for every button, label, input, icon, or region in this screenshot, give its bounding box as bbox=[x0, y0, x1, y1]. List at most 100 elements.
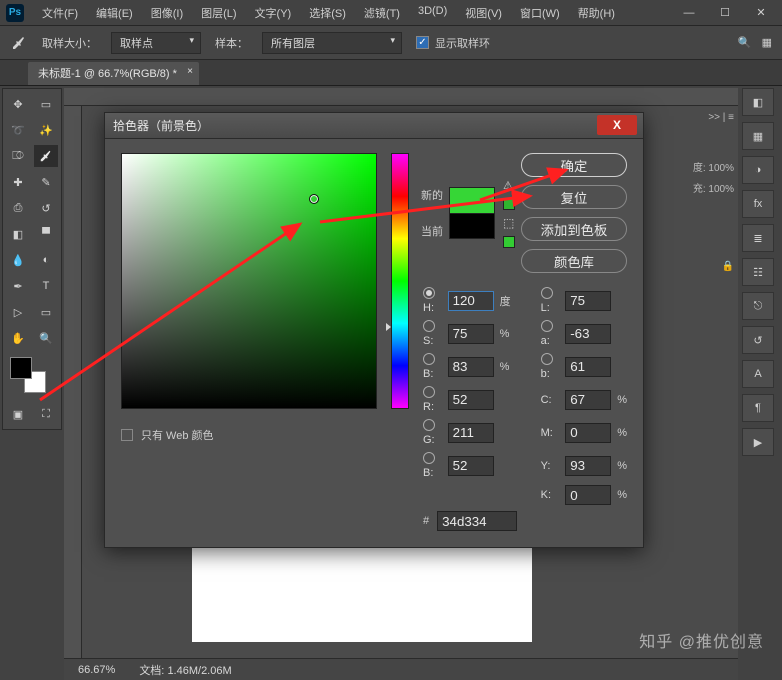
blur-tool[interactable]: 💧 bbox=[6, 249, 30, 271]
s-input[interactable] bbox=[448, 324, 494, 344]
m-input[interactable] bbox=[565, 423, 611, 443]
g-input[interactable] bbox=[448, 423, 494, 443]
lasso-tool[interactable]: ➰ bbox=[6, 119, 30, 141]
c-input[interactable] bbox=[565, 390, 611, 410]
h-radio[interactable]: H: bbox=[423, 287, 442, 314]
window-maximize[interactable]: ☐ bbox=[710, 4, 740, 22]
marquee-tool[interactable]: ▭ bbox=[34, 93, 58, 115]
g-radio[interactable]: G: bbox=[423, 419, 442, 446]
healing-tool[interactable]: ✚ bbox=[6, 171, 30, 193]
menu-3d[interactable]: 3D(D) bbox=[410, 2, 455, 24]
sample-select[interactable]: 所有图层 bbox=[262, 32, 402, 54]
hue-slider[interactable] bbox=[391, 153, 409, 409]
close-icon[interactable]: × bbox=[187, 66, 193, 77]
show-sampling-ring[interactable]: ✓ 显示取样环 bbox=[416, 35, 490, 51]
crop-tool[interactable]: ⎄ bbox=[6, 145, 30, 167]
history-brush-tool[interactable]: ↺ bbox=[34, 197, 58, 219]
magic-wand-tool[interactable]: ✨ bbox=[34, 119, 58, 141]
color-swatches[interactable] bbox=[6, 353, 58, 399]
dialog-close-button[interactable]: X bbox=[597, 115, 637, 135]
bc-radio[interactable]: B: bbox=[423, 452, 442, 479]
brush-tool[interactable]: ✎ bbox=[34, 171, 58, 193]
lab-b-input[interactable] bbox=[565, 357, 611, 377]
y-input[interactable] bbox=[565, 456, 611, 476]
collapse-menu[interactable]: ≡ bbox=[728, 112, 734, 123]
window-close[interactable]: ✕ bbox=[746, 4, 776, 22]
pen-tool[interactable]: ✒ bbox=[6, 275, 30, 297]
add-swatch-button[interactable]: 添加到色板 bbox=[521, 217, 627, 241]
menu-type[interactable]: 文字(Y) bbox=[247, 2, 300, 24]
hex-input[interactable] bbox=[437, 511, 517, 531]
status-zoom[interactable]: 66.67% bbox=[78, 664, 115, 676]
k-input[interactable] bbox=[565, 485, 611, 505]
document-tab[interactable]: 未标题-1 @ 66.7%(RGB/8) * × bbox=[28, 62, 199, 85]
stamp-tool[interactable]: ⎙ bbox=[6, 197, 30, 219]
saturation-value-field[interactable] bbox=[121, 153, 377, 409]
type-tool[interactable]: T bbox=[34, 275, 58, 297]
menu-help[interactable]: 帮助(H) bbox=[570, 2, 623, 24]
menu-image[interactable]: 图像(I) bbox=[143, 2, 191, 24]
menu-filter[interactable]: 滤镜(T) bbox=[356, 2, 408, 24]
sample-size-select[interactable]: 取样点 bbox=[111, 32, 201, 54]
panel-actions-icon[interactable]: ▶ bbox=[742, 428, 774, 456]
ok-button[interactable]: 确定 bbox=[521, 153, 627, 177]
b-input[interactable] bbox=[448, 357, 494, 377]
color-library-button[interactable]: 颜色库 bbox=[521, 249, 627, 273]
path-select-tool[interactable]: ▷ bbox=[6, 301, 30, 323]
eraser-tool[interactable]: ◧ bbox=[6, 223, 30, 245]
websafe-swatch[interactable] bbox=[503, 236, 515, 248]
dodge-tool[interactable]: ◐ bbox=[34, 249, 58, 271]
panel-adjust-icon[interactable]: ◑ bbox=[742, 156, 774, 184]
panel-swatches-icon[interactable]: ▦ bbox=[742, 122, 774, 150]
gradient-tool[interactable]: ▀ bbox=[34, 223, 58, 245]
window-minimize[interactable]: — bbox=[674, 4, 704, 22]
cube-icon[interactable]: ⬚ bbox=[503, 216, 515, 230]
lock-icon: 🔒 bbox=[722, 261, 734, 272]
l-radio[interactable]: L: bbox=[541, 287, 560, 314]
collapse-more[interactable]: >> bbox=[708, 112, 720, 123]
search-icon[interactable]: 🔍 bbox=[738, 36, 752, 49]
a-input[interactable] bbox=[565, 324, 611, 344]
panel-styles-icon[interactable]: fx bbox=[742, 190, 774, 218]
a-radio[interactable]: a: bbox=[541, 320, 560, 347]
web-only-checkbox[interactable]: 只有 Web 颜色 bbox=[121, 427, 377, 443]
m-label: M: bbox=[541, 427, 560, 439]
quickmask-tool[interactable]: ▣ bbox=[6, 403, 30, 425]
panel-color-icon[interactable]: ◧ bbox=[742, 88, 774, 116]
menu-file[interactable]: 文件(F) bbox=[34, 2, 86, 24]
s-radio[interactable]: S: bbox=[423, 320, 442, 347]
checkbox-checked-icon: ✓ bbox=[416, 36, 429, 49]
closest-in-gamut-swatch[interactable] bbox=[503, 198, 515, 210]
menu-edit[interactable]: 编辑(E) bbox=[88, 2, 141, 24]
reset-button[interactable]: 复位 bbox=[521, 185, 627, 209]
hue-pointer[interactable] bbox=[386, 323, 391, 331]
move-tool[interactable]: ✥ bbox=[6, 93, 30, 115]
gamut-warning-icon[interactable]: ⚠ bbox=[503, 179, 515, 192]
panel-paths-icon[interactable]: ⎋ bbox=[742, 292, 774, 320]
panel-char-icon[interactable]: A bbox=[742, 360, 774, 388]
lab-b-radio[interactable]: b: bbox=[541, 353, 560, 380]
workspace-icon[interactable]: ▦ bbox=[762, 36, 772, 49]
panel-layers-icon[interactable]: ≣ bbox=[742, 224, 774, 252]
r-radio[interactable]: R: bbox=[423, 386, 442, 413]
foreground-swatch[interactable] bbox=[10, 357, 32, 379]
l-input[interactable] bbox=[565, 291, 611, 311]
menu-view[interactable]: 视图(V) bbox=[457, 2, 510, 24]
r-input[interactable] bbox=[448, 390, 494, 410]
screenmode-tool[interactable]: ⛶ bbox=[34, 403, 58, 425]
panel-history-icon[interactable]: ↺ bbox=[742, 326, 774, 354]
panel-channels-icon[interactable]: ☷ bbox=[742, 258, 774, 286]
b-radio[interactable]: B: bbox=[423, 353, 442, 380]
hand-tool[interactable]: ✋ bbox=[6, 327, 30, 349]
zoom-tool[interactable]: 🔍 bbox=[34, 327, 58, 349]
menu-window[interactable]: 窗口(W) bbox=[512, 2, 568, 24]
h-input[interactable] bbox=[448, 291, 494, 311]
menu-select[interactable]: 选择(S) bbox=[301, 2, 354, 24]
sv-cursor[interactable] bbox=[309, 194, 319, 204]
bc-input[interactable] bbox=[448, 456, 494, 476]
menu-layer[interactable]: 图层(L) bbox=[193, 2, 244, 24]
eyedropper-tool[interactable] bbox=[34, 145, 58, 167]
shape-tool[interactable]: ▭ bbox=[34, 301, 58, 323]
panel-para-icon[interactable]: ¶ bbox=[742, 394, 774, 422]
current-color-swatch bbox=[449, 213, 495, 239]
